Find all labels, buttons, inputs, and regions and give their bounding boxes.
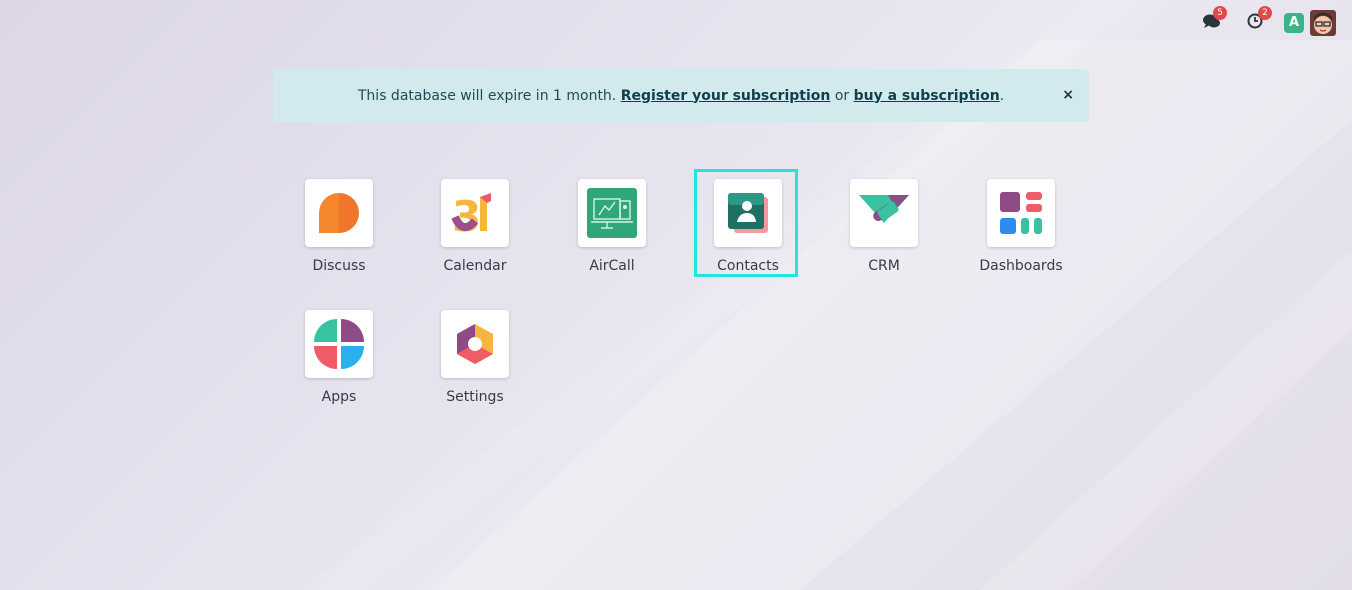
app-tile xyxy=(987,179,1055,247)
calendar-icon: 3 xyxy=(451,192,491,235)
app-aircall[interactable]: AirCall xyxy=(564,179,660,289)
app-apps[interactable]: Apps xyxy=(291,310,387,420)
apps-icon xyxy=(314,319,364,369)
app-tile: 3 xyxy=(441,179,509,247)
app-label: AirCall xyxy=(589,258,635,274)
app-contacts[interactable]: Contacts xyxy=(700,179,796,289)
app-settings[interactable]: Settings xyxy=(427,310,523,420)
app-tile xyxy=(714,179,782,247)
app-label: Dashboards xyxy=(979,258,1063,274)
app-label: Contacts xyxy=(717,258,779,274)
user-avatar[interactable] xyxy=(1310,10,1336,36)
app-crm[interactable]: CRM xyxy=(836,179,932,289)
messages-count-badge: 5 xyxy=(1213,6,1227,20)
close-banner-button[interactable]: × xyxy=(1062,87,1074,103)
app-label: Apps xyxy=(321,389,357,405)
messages-button[interactable]: 5 xyxy=(1202,6,1227,34)
app-tile xyxy=(850,179,918,247)
register-subscription-link[interactable]: Register your subscription xyxy=(621,88,831,104)
buy-subscription-link[interactable]: buy a subscription xyxy=(854,88,1000,104)
app-discuss[interactable]: Discuss xyxy=(291,179,387,289)
contacts-icon xyxy=(728,193,768,233)
app-tile xyxy=(305,179,373,247)
company-initial: A xyxy=(1288,15,1300,30)
banner-or-text: or xyxy=(834,87,850,104)
app-label: Calendar xyxy=(443,258,507,274)
app-label: Settings xyxy=(446,389,504,405)
settings-icon xyxy=(457,324,493,364)
activities-count-badge: 2 xyxy=(1258,6,1272,20)
subscription-banner: This database will expire in 1 month. Re… xyxy=(273,69,1089,122)
app-label: Discuss xyxy=(312,258,366,274)
banner-period: . xyxy=(999,87,1005,104)
aircall-icon xyxy=(587,188,637,238)
user-avatar-icon xyxy=(1310,10,1336,36)
systray: 5 2 A xyxy=(1202,6,1342,38)
discuss-icon xyxy=(319,193,359,233)
company-switcher[interactable]: A xyxy=(1284,13,1304,33)
dashboards-icon xyxy=(1000,192,1042,234)
activities-button[interactable]: 2 xyxy=(1247,6,1272,34)
app-label: CRM xyxy=(868,258,900,274)
app-dashboards[interactable]: Dashboards xyxy=(973,179,1069,289)
app-tile xyxy=(305,310,373,378)
banner-text: This database will expire in 1 month. xyxy=(357,87,617,104)
app-tile xyxy=(441,310,509,378)
crm-icon xyxy=(859,195,909,223)
app-calendar[interactable]: 3 Calendar xyxy=(427,179,523,289)
app-tile xyxy=(578,179,646,247)
